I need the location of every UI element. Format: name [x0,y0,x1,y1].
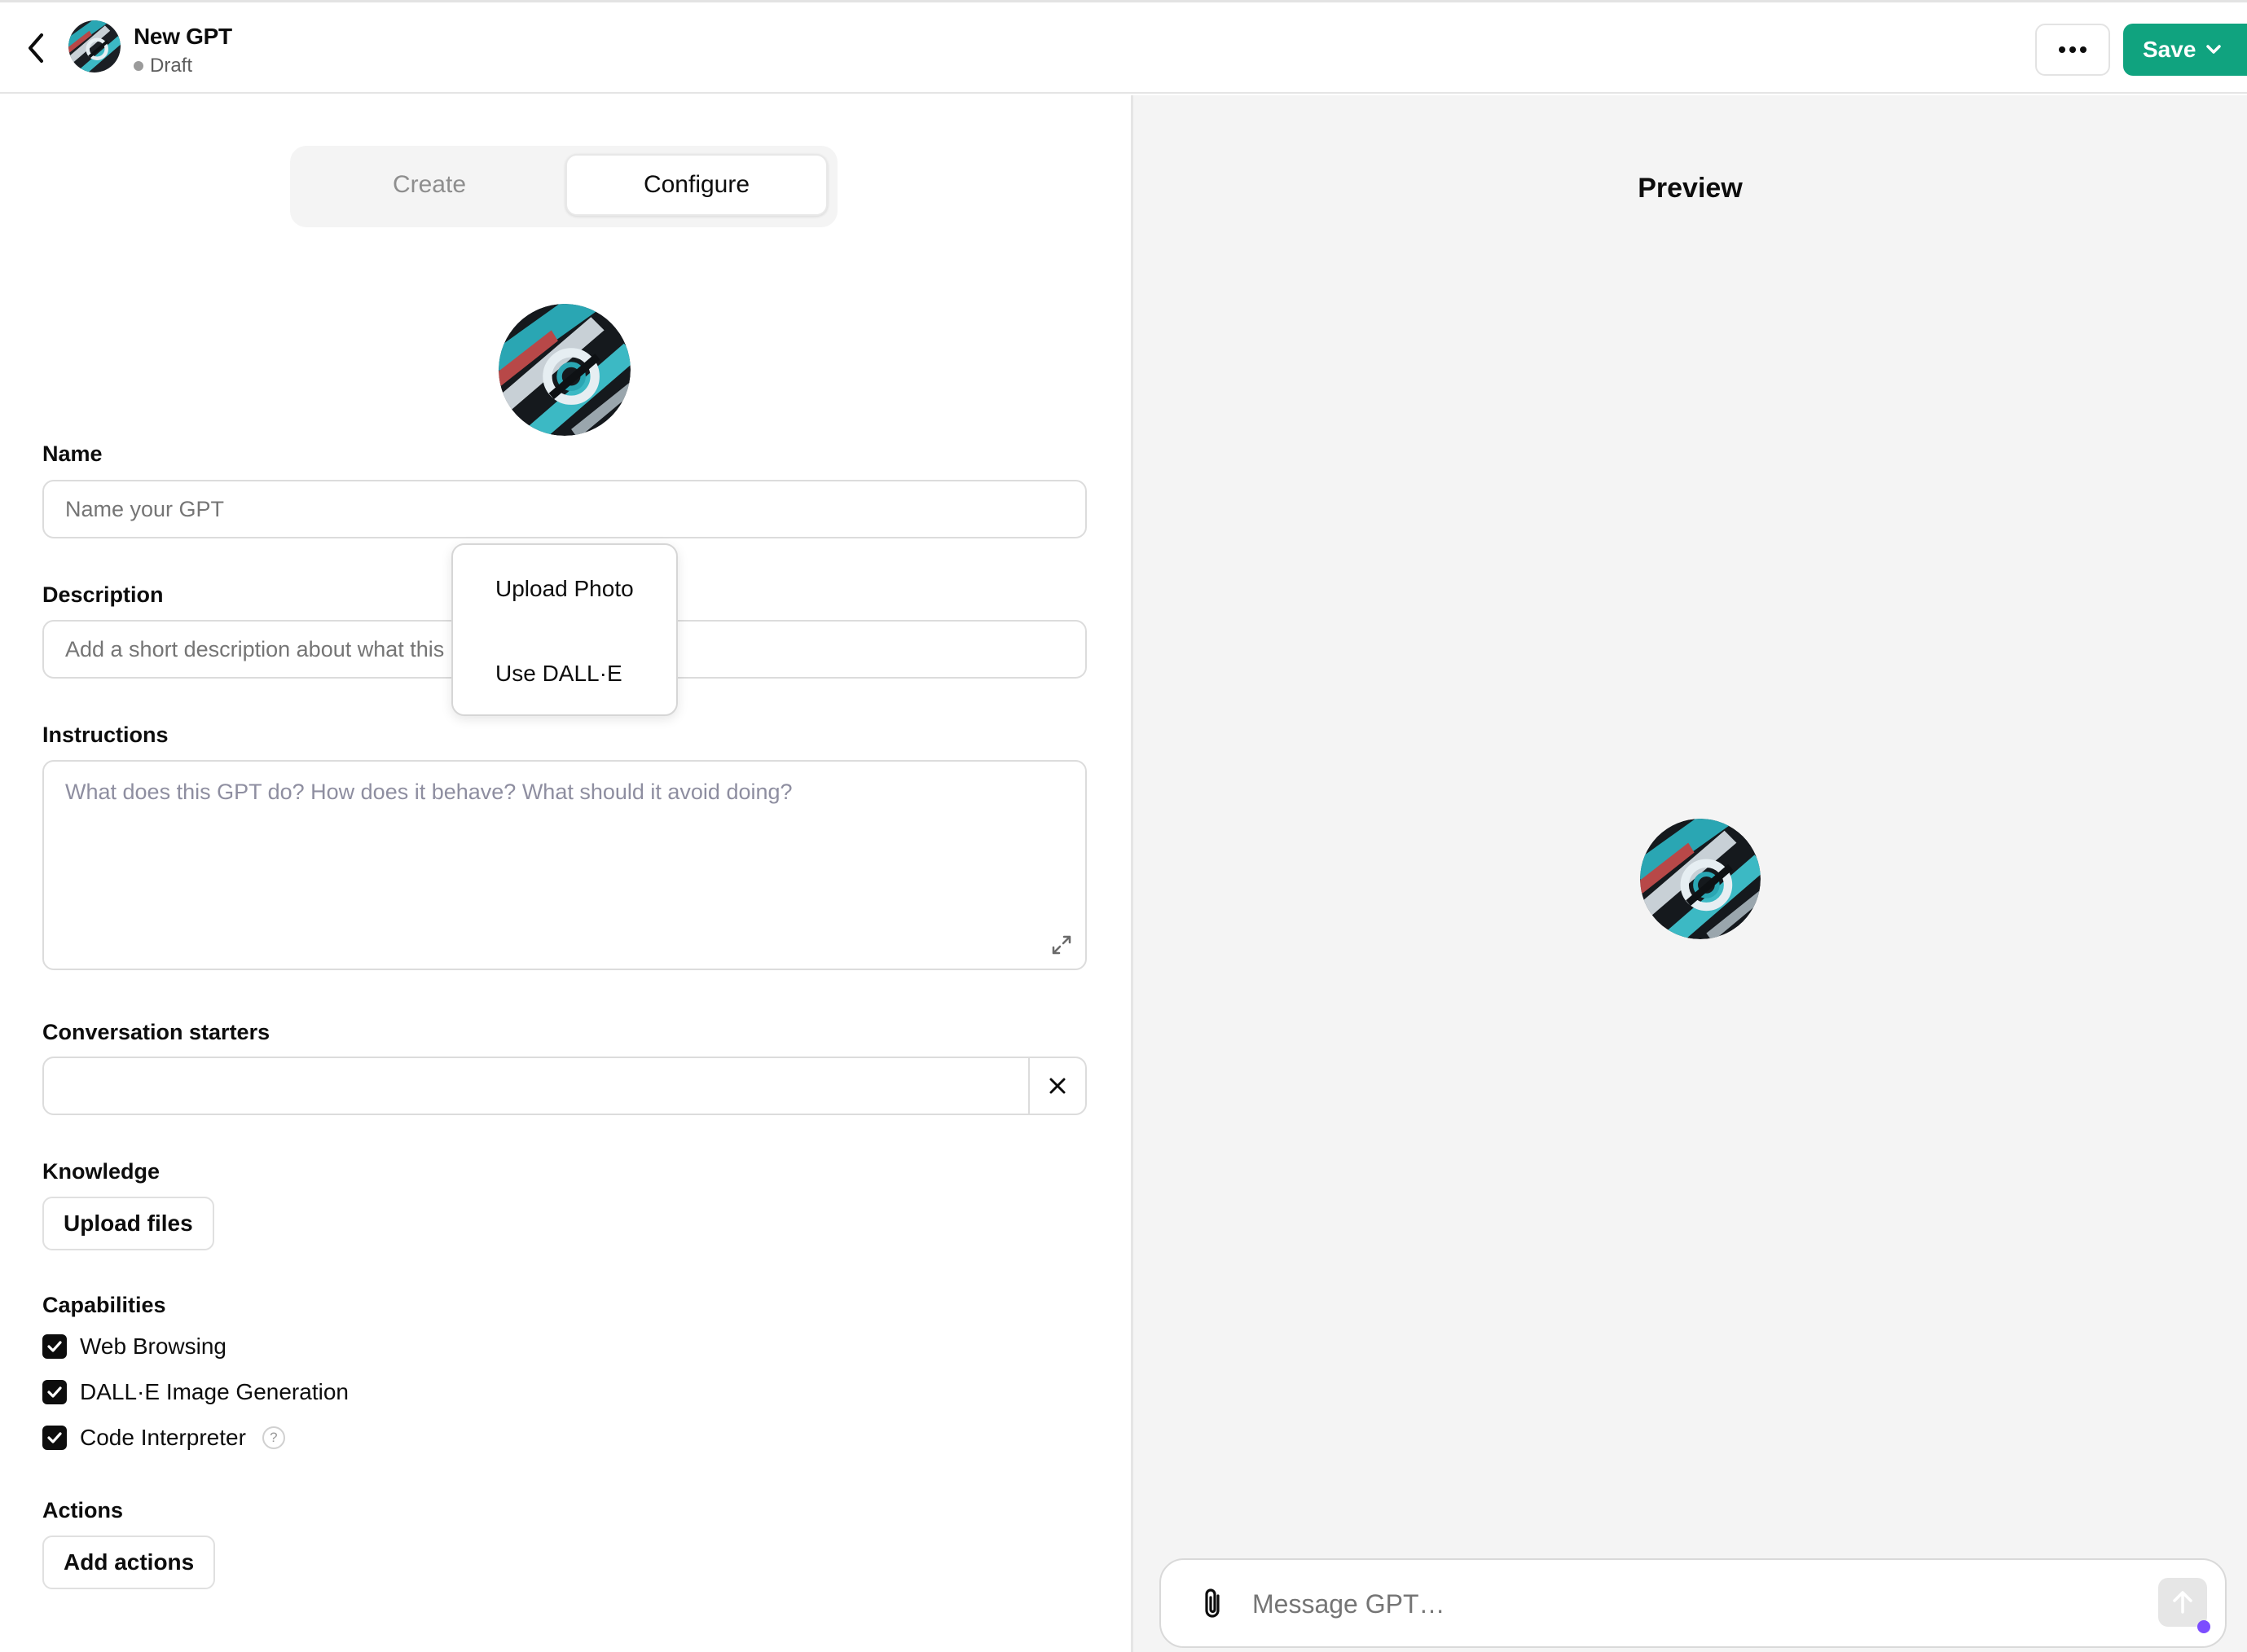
more-options-button[interactable] [2035,24,2110,76]
status-dot [134,61,143,71]
web-browsing-checkbox[interactable] [42,1334,67,1359]
save-button[interactable]: Save [2123,24,2247,76]
back-button[interactable] [16,27,55,69]
mode-tabs: Create Configure [290,146,838,227]
configure-panel: Create Configure Name Description Instru… [0,95,1131,1652]
description-label: Description [42,582,164,607]
help-icon[interactable]: ? [262,1426,285,1449]
remove-starter-button[interactable] [1028,1058,1085,1114]
paperclip-icon[interactable] [1194,1584,1233,1623]
expand-icon[interactable] [1049,933,1074,957]
gpt-name-title: New GPT [134,24,232,49]
message-input[interactable] [1252,1584,2067,1623]
name-label: Name [42,442,103,466]
menu-item-use-dalle[interactable]: Use DALL·E [453,633,676,714]
capabilities-label: Capabilities [42,1293,166,1317]
capability-dalle: DALL·E Image Generation [42,1379,349,1405]
preview-avatar [1640,819,1761,939]
status-text: Draft [150,55,193,77]
actions-label: Actions [42,1498,124,1522]
menu-item-upload-photo[interactable]: Upload Photo [453,548,676,630]
checkmark-icon [47,1341,62,1352]
capability-code-interpreter: Code Interpreter ? [42,1425,285,1451]
preview-title: Preview [1638,173,1743,204]
code-interpreter-checkbox[interactable] [42,1426,67,1450]
conversation-starters-label: Conversation starters [42,1020,270,1044]
checkmark-icon [47,1386,62,1398]
code-interpreter-label: Code Interpreter [80,1425,246,1450]
tab-configure[interactable]: Configure [565,154,828,216]
web-browsing-label: Web Browsing [80,1333,227,1359]
arrow-up-icon [2173,1591,2192,1614]
gpt-avatar-small [68,20,121,72]
tab-create[interactable]: Create [298,154,561,216]
save-label: Save [2143,37,2196,62]
preview-panel: Preview [1133,95,2247,1652]
knowledge-label: Knowledge [42,1159,160,1184]
close-icon [1049,1078,1066,1094]
dalle-label: DALL·E Image Generation [80,1379,349,1404]
checkmark-icon [47,1432,62,1443]
header-bar: New GPT Draft Save [0,2,2247,94]
activity-dot [2197,1620,2210,1633]
message-composer [1159,1558,2227,1648]
ellipsis-icon [2059,46,2086,53]
chevron-left-icon [29,33,43,63]
capability-web-browsing: Web Browsing [42,1333,226,1360]
name-input[interactable] [42,480,1087,538]
send-button[interactable] [2158,1578,2207,1627]
dalle-checkbox[interactable] [42,1380,67,1404]
add-actions-button[interactable]: Add actions [42,1536,216,1589]
chevron-down-icon [2206,45,2222,54]
draft-status: Draft [134,55,192,77]
instructions-textarea[interactable]: What does this GPT do? How does it behav… [42,760,1087,970]
instructions-placeholder: What does this GPT do? How does it behav… [65,780,793,804]
gpt-avatar-large[interactable] [499,304,631,436]
avatar-menu: Upload Photo Use DALL·E [451,543,678,716]
upload-files-button[interactable]: Upload files [42,1197,214,1250]
conversation-starter-field[interactable] [42,1057,1087,1115]
instructions-label: Instructions [42,723,169,747]
